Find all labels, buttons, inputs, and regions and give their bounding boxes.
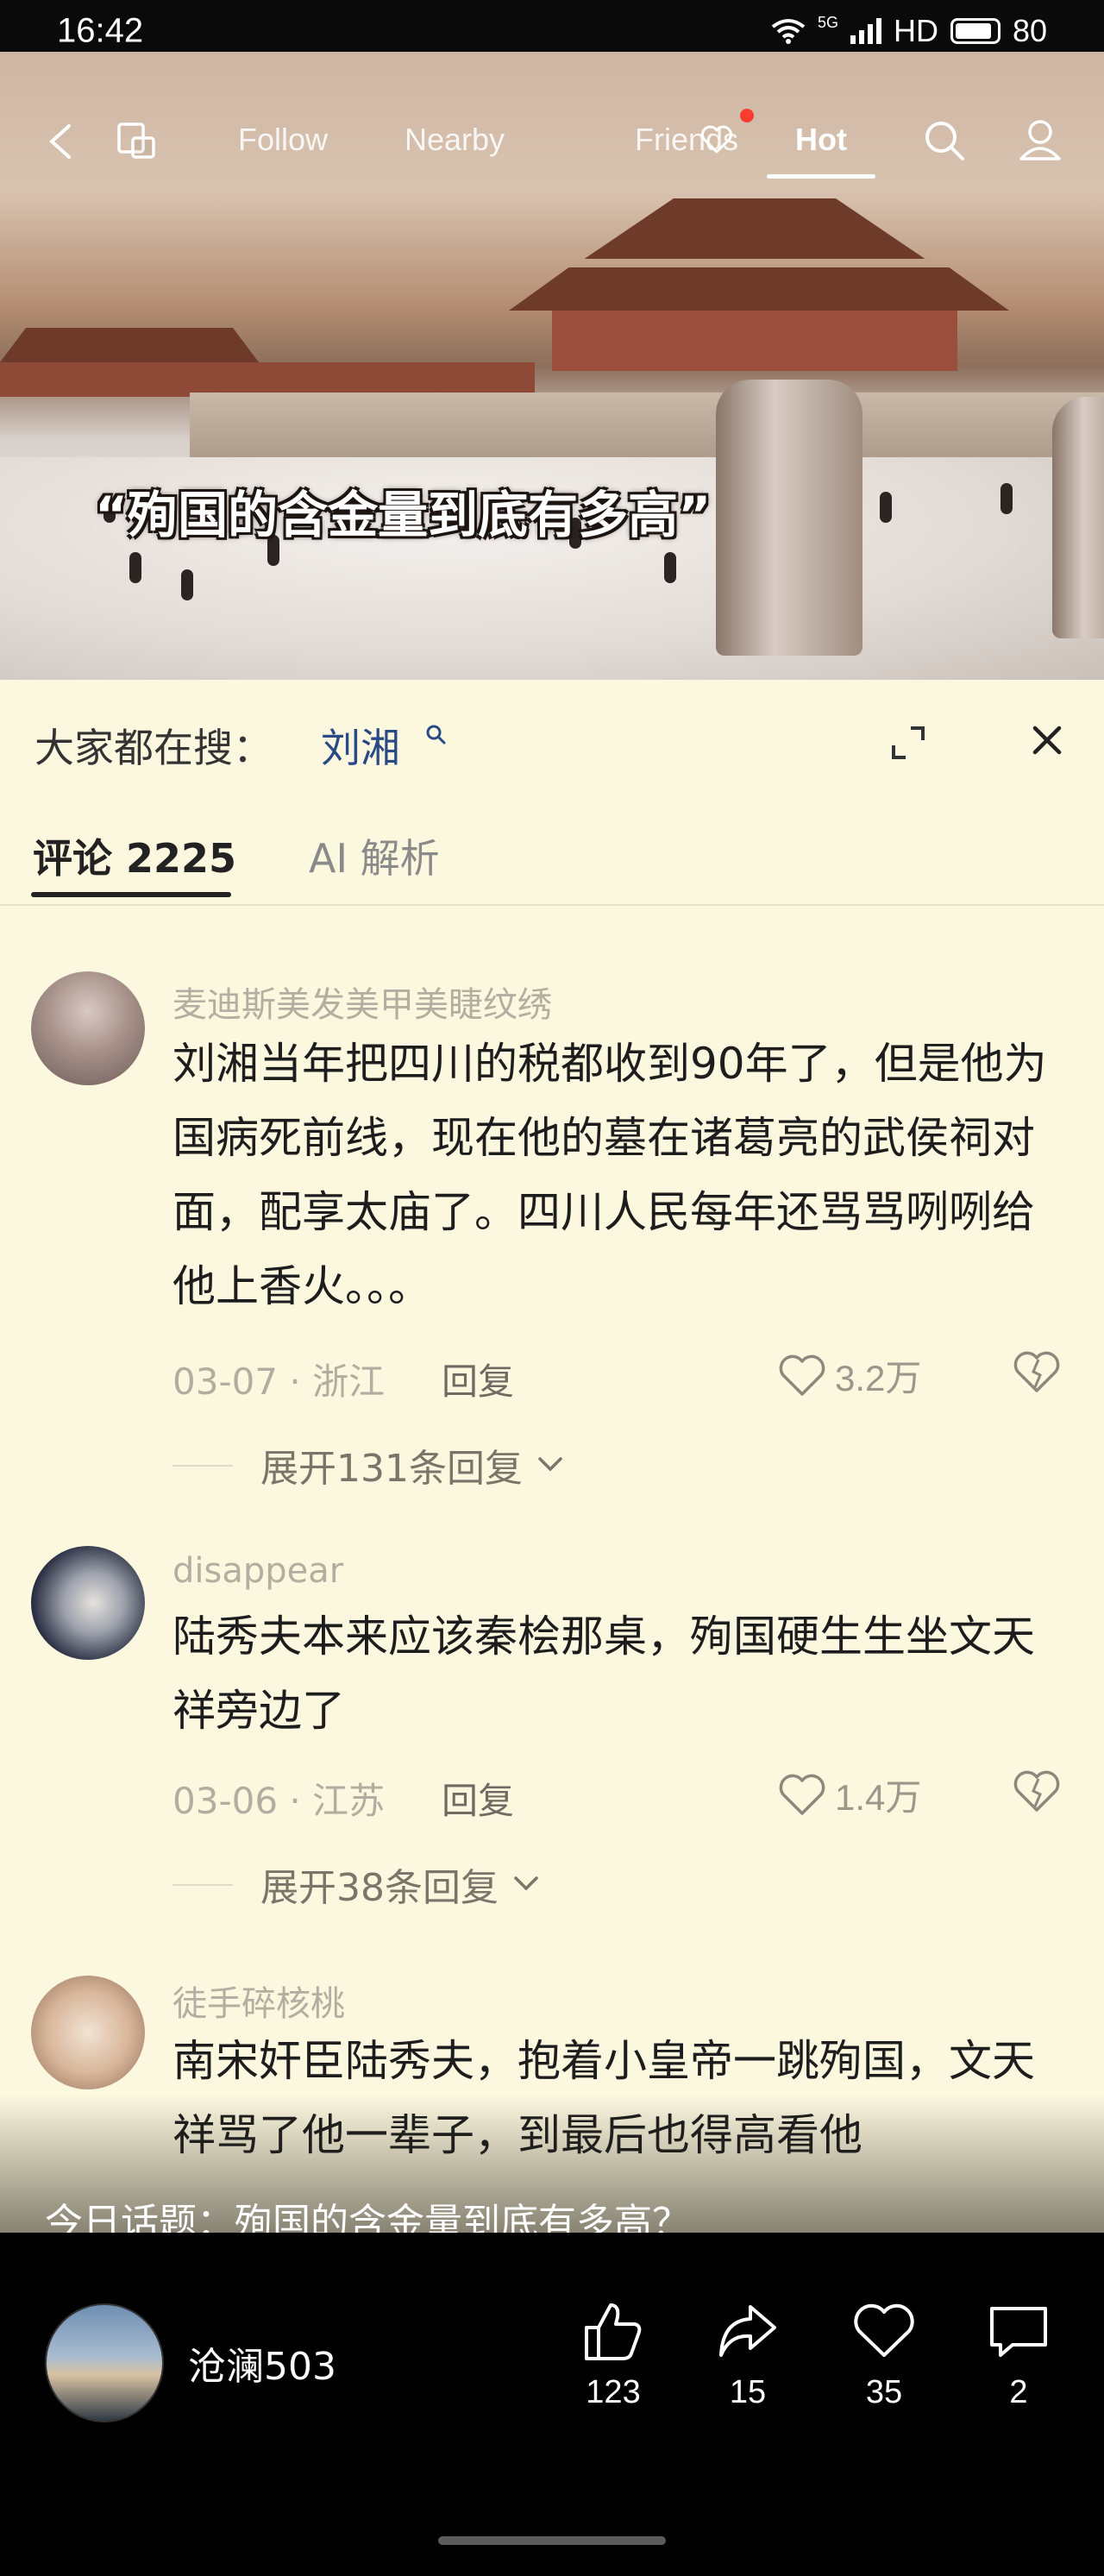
expand-replies-button[interactable]: 展开131条回复 [172,1437,564,1492]
reply-button[interactable]: 回复 [442,1353,514,1405]
avatar[interactable] [31,1546,145,1660]
dislike-icon[interactable] [1013,1348,1061,1396]
comment-sheet: 大家都在搜： 刘湘 评论 2225 AI 解析 麦迪斯美发美甲美睫纹绣 刘湘当年… [0,680,1104,2233]
expand-replies-button[interactable]: 展开38条回复 [172,1857,540,1912]
status-time: 16:42 [57,11,144,50]
like-count: 3.2万 [835,1358,922,1398]
battery-icon [950,18,1000,44]
like-button[interactable]: 1.4万 [778,1769,921,1821]
comment-text: 刘湘当年把四川的税都收到90年了，但是他为国病死前线，现在他的墓在诸葛亮的武侯祠… [172,1039,1047,1311]
comment-count: 2 [1009,2374,1028,2410]
active-tab-underline [767,174,875,179]
author-name[interactable]: 沧澜503 [188,2335,336,2391]
tab-hot[interactable]: Hot [795,122,847,158]
status-indicators: 5G HD 80 [771,13,1047,49]
active-tab-underline [31,892,231,897]
comment-username[interactable]: disappear [172,1551,343,1591]
comment-location: 浙江 [312,1360,386,1403]
divider [0,904,1104,906]
search-suggestion-term[interactable]: 刘湘 [321,717,400,774]
close-icon[interactable] [1030,723,1064,757]
network-label: 5G [817,13,838,31]
search-mini-icon [426,725,446,745]
dislike-icon[interactable] [1013,1767,1061,1815]
author-avatar[interactable] [45,2303,164,2422]
share-icon [719,2305,776,2357]
expand-replies-label: 展开131条回复 [260,1447,523,1491]
avatar[interactable] [31,1976,145,2089]
bottom-bar: 沧澜503 123 15 35 2 [0,2233,1104,2576]
video-caption: “殉国的含金量到底有多高” [95,486,712,544]
profile-icon[interactable] [1018,117,1063,162]
reply-button[interactable]: 回复 [442,1772,514,1825]
search-icon[interactable] [923,119,966,162]
copy-icon[interactable] [116,121,157,162]
comment-meta: 03-07 · 浙江 [172,1360,386,1403]
favorite-action[interactable]: 35 [837,2300,932,2411]
thumbs-up-icon [585,2303,642,2360]
search-suggestion-row[interactable]: 大家都在搜： 刘湘 [0,680,1104,809]
share-action[interactable]: 15 [700,2300,795,2411]
comment-date: 03-07 [172,1360,279,1403]
search-suggestion-prefix: 大家都在搜： [34,725,273,771]
battery-level: 80 [1012,13,1047,48]
tab-nearby[interactable]: Nearby [405,122,505,158]
like-count: 123 [586,2374,641,2410]
wifi-icon [771,19,806,44]
signal-icon [850,18,881,44]
heart-icon [701,125,732,154]
home-indicator[interactable] [438,2536,666,2545]
comment-meta: 03-06 · 江苏 [172,1780,386,1822]
comment-username[interactable]: 麦迪斯美发美甲美睫纹绣 [172,977,552,1027]
expand-icon[interactable] [890,725,926,761]
avatar[interactable] [31,971,145,1085]
heart-outline-icon [779,1354,825,1396]
comment-tabs: 评论 2225 AI 解析 [0,809,1104,906]
comment-location: 江苏 [312,1780,386,1822]
like-button[interactable]: 3.2万 [778,1349,921,1402]
tab-follow[interactable]: Follow [238,122,328,158]
status-bar: 16:42 5G HD 80 [0,0,1104,52]
like-action[interactable]: 123 [566,2300,661,2411]
tab-comments[interactable]: 评论 2225 [33,827,236,884]
chevron-down-icon [538,1457,562,1472]
share-count: 15 [729,2374,767,2410]
hd-label: HD [893,13,938,48]
notification-dot [740,109,754,123]
back-icon[interactable] [45,123,74,160]
comment-action[interactable]: 2 [971,2300,1066,2411]
chevron-down-icon [514,1876,538,1891]
comment-date: 03-06 [172,1780,279,1822]
expand-replies-label: 展开38条回复 [260,1866,499,1910]
comment-icon [990,2307,1047,2357]
comment-username[interactable]: 徒手碎核桃 [172,1976,345,2026]
comment-text: 陆秀夫本来应该秦桧那桌，殉国硬生生坐文天祥旁边了 [172,1612,1035,1736]
tab-ai-analysis[interactable]: AI 解析 [309,827,440,884]
heart-icon [854,2303,914,2357]
heart-outline-icon [779,1774,825,1815]
like-count: 1.4万 [835,1777,922,1818]
favorite-count: 35 [865,2374,903,2410]
